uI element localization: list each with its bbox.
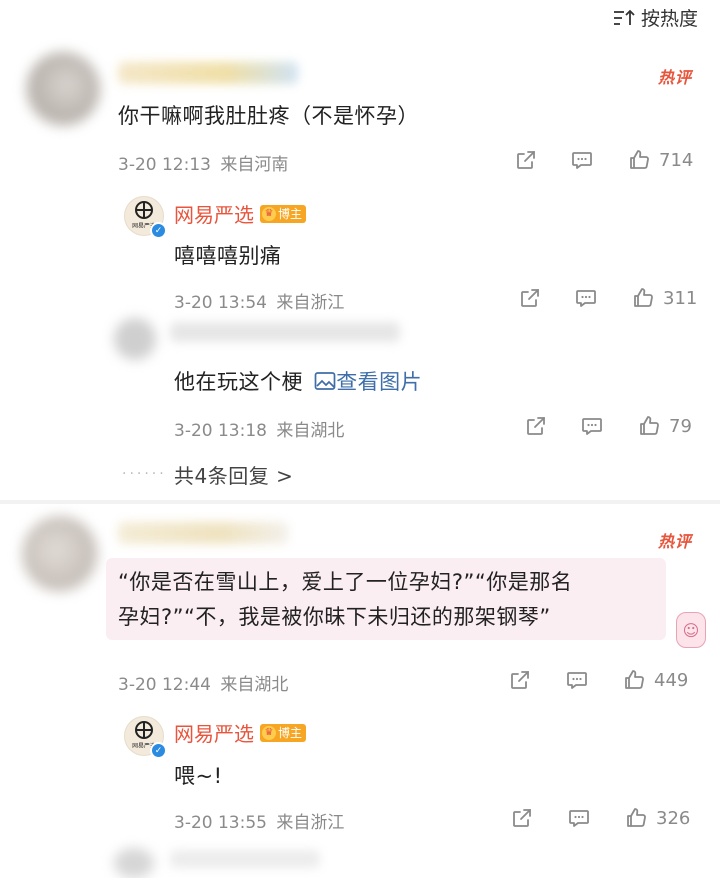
share-icon (514, 148, 538, 172)
share-icon (510, 806, 534, 830)
image-icon (314, 372, 336, 390)
share-icon (508, 668, 532, 692)
hot-comment-badge: 热评 (657, 532, 692, 551)
like-icon (624, 806, 648, 830)
view-more-replies-link[interactable]: 共4条回复 > (174, 460, 293, 489)
avatar[interactable] (114, 848, 154, 878)
location: 来自河南 (220, 155, 289, 175)
reply-button[interactable] (574, 286, 598, 310)
reply-text-with-link: 他在玩这个梗 查看图片 (174, 366, 422, 396)
like-button[interactable]: 311 (631, 286, 697, 310)
like-button[interactable]: 449 (622, 668, 688, 692)
username[interactable] (118, 522, 288, 544)
comment-meta: 3-20 12:13 来自河南 (118, 150, 288, 175)
location: 来自湖北 (220, 675, 289, 695)
reply-meta: 3-20 13:55 来自浙江 (174, 808, 344, 833)
hot-comment-badge: 热评 (657, 68, 692, 87)
like-icon (631, 286, 655, 310)
like-button[interactable]: 326 (624, 806, 690, 830)
reply-button[interactable] (565, 668, 589, 692)
comment-icon (567, 806, 591, 830)
share-button[interactable] (508, 668, 532, 692)
reply-author: 网易严选 ♛ 博主 (174, 199, 307, 228)
username[interactable] (170, 322, 400, 342)
like-icon (627, 148, 651, 172)
like-button[interactable]: 79 (637, 414, 692, 438)
avatar[interactable] (114, 318, 156, 360)
share-icon (518, 286, 542, 310)
comment-text-line2: 孕妇?”“不，我是被你昧下未归还的那架钢琴” (118, 605, 551, 629)
share-button[interactable] (524, 414, 548, 438)
blogger-badge: ♛ 博主 (260, 204, 307, 223)
share-button[interactable] (514, 148, 538, 172)
more-dots: ······ (122, 466, 167, 482)
like-icon (622, 668, 646, 692)
timestamp: 3-20 12:44 (118, 675, 211, 695)
like-count: 326 (656, 807, 691, 829)
like-count: 311 (663, 287, 698, 309)
reply-button[interactable] (567, 806, 591, 830)
reply-author-name[interactable]: 网易严选 (174, 718, 254, 747)
comment-icon (574, 286, 598, 310)
comment-meta: 3-20 12:44 来自湖北 (118, 670, 288, 695)
blogger-badge: ♛ 博主 (260, 723, 307, 742)
comment-text-line1: “你是否在雪山上，爱上了一位孕妇?”“你是那名 (118, 570, 573, 594)
username[interactable] (118, 62, 298, 84)
sort-icon (613, 9, 635, 27)
avatar[interactable] (26, 52, 100, 126)
avatar[interactable] (22, 516, 98, 592)
like-icon (637, 414, 661, 438)
crown-icon: ♛ (262, 206, 276, 221)
location: 来自浙江 (276, 293, 345, 313)
sort-by-hot-button[interactable]: 按热度 (613, 4, 698, 31)
reply-text: 嘻嘻嘻别痛 (174, 244, 282, 268)
reply-text: 喂~! (174, 764, 223, 788)
brand-logo-icon (135, 721, 153, 739)
verified-icon: ✓ (150, 742, 167, 759)
like-button[interactable]: 714 (627, 148, 693, 172)
reply-author-name[interactable]: 网易严选 (174, 199, 254, 228)
sort-label: 按热度 (640, 8, 698, 30)
timestamp: 3-20 13:18 (174, 421, 267, 441)
share-button[interactable] (518, 286, 542, 310)
comment-icon (570, 148, 594, 172)
comment-icon (580, 414, 604, 438)
timestamp: 3-20 12:13 (118, 155, 211, 175)
timestamp: 3-20 13:55 (174, 813, 267, 833)
reply-author: 网易严选 ♛ 博主 (174, 718, 307, 747)
comment-icon (565, 668, 589, 692)
reply-button[interactable] (580, 414, 604, 438)
brand-avatar[interactable]: 网易严选 ✓ (124, 716, 167, 759)
reply-meta: 3-20 13:18 来自湖北 (174, 416, 344, 441)
username[interactable] (170, 850, 320, 868)
view-image-link[interactable]: 查看图片 (314, 370, 422, 394)
location: 来自浙江 (276, 813, 345, 833)
reply-button[interactable] (570, 148, 594, 172)
brand-logo-icon (135, 201, 153, 219)
share-icon (524, 414, 548, 438)
sticker-icon: ☺ (676, 612, 706, 648)
like-count: 79 (669, 415, 692, 437)
crown-icon: ♛ (262, 725, 276, 740)
brand-avatar[interactable]: 网易严选 ✓ (124, 196, 167, 239)
share-button[interactable] (510, 806, 534, 830)
comment-text: 你干嘛啊我肚肚疼（不是怀孕） (118, 104, 419, 128)
verified-icon: ✓ (150, 222, 167, 239)
like-count: 449 (654, 669, 689, 691)
reply-meta: 3-20 13:54 来自浙江 (174, 288, 344, 313)
timestamp: 3-20 13:54 (174, 293, 267, 313)
reply-text: 他在玩这个梗 (174, 370, 303, 394)
comment-divider (0, 500, 720, 504)
like-count: 714 (659, 149, 694, 171)
location: 来自湖北 (276, 421, 345, 441)
